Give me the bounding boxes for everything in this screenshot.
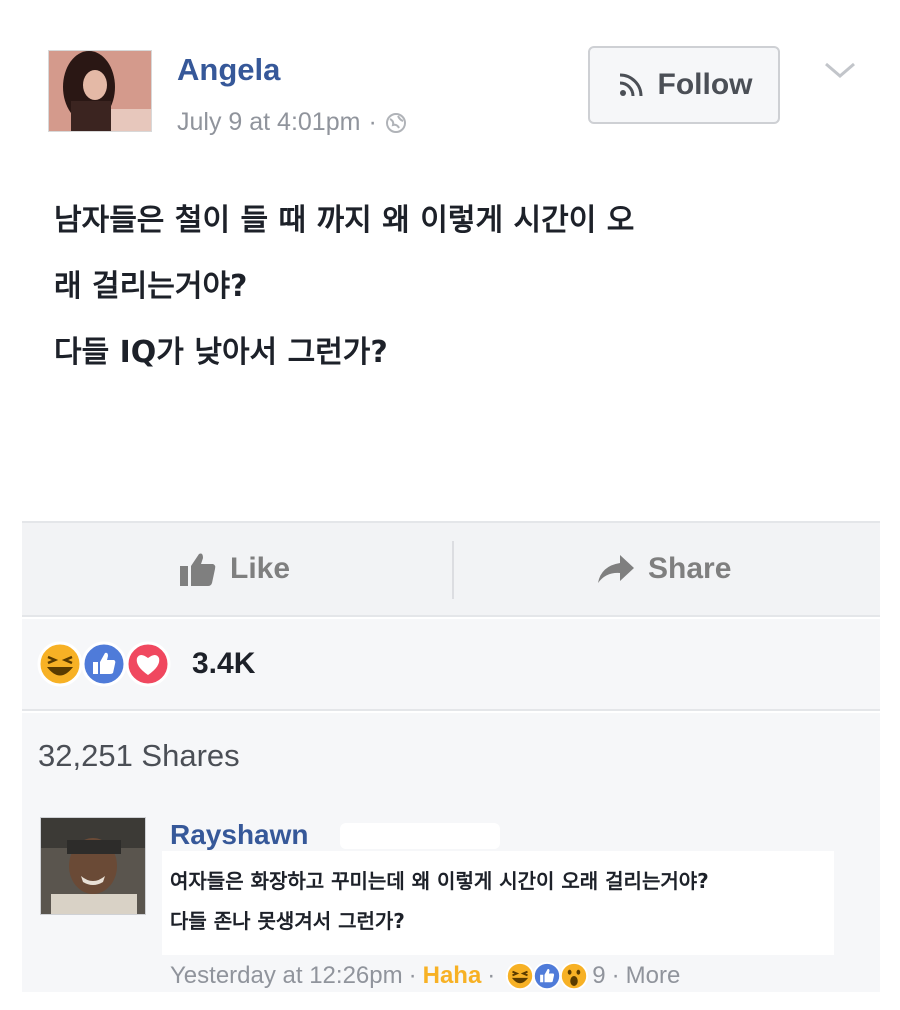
- comment: Rayshawn 여자들은 화장하고 꾸미는데 왜 이렇게 시간이 오래 걸리는…: [22, 799, 880, 992]
- haha-reaction-link[interactable]: Haha: [423, 962, 482, 990]
- action-divider: [452, 541, 454, 599]
- post-text: 남자들은 철이 들 때 까지 왜 이렇게 시간이 오 래 걸리는거야? 다들 I…: [54, 188, 854, 386]
- thumbs-up-icon: [180, 553, 216, 586]
- post-meta: July 9 at 4:01pm ·: [177, 108, 407, 137]
- post-text-line: 다들 IQ가 낮아서 그런가?: [54, 335, 388, 370]
- globe-icon[interactable]: [385, 112, 407, 134]
- reactions-summary[interactable]: 3.4K: [22, 619, 880, 711]
- comment-text-line: 다들 존나 못생겨서 그런가?: [170, 909, 405, 933]
- like-label: Like: [230, 552, 291, 585]
- comment-meta: Yesterday at 12:26pm · Haha · 9 · More: [170, 961, 680, 991]
- wow-icon: [560, 961, 589, 991]
- reaction-icons: [36, 640, 171, 688]
- shares-count[interactable]: 32,251 Shares: [38, 738, 240, 774]
- comment-text-line: 여자들은 화장하고 꾸미는데 왜 이렇게 시간이 오래 걸리는거야?: [170, 869, 709, 893]
- like-button[interactable]: Like: [178, 523, 290, 615]
- comment-reaction-count[interactable]: 9: [592, 962, 605, 990]
- love-icon: [125, 641, 171, 687]
- comment-reaction-icons[interactable]: [505, 961, 589, 991]
- rss-icon: [619, 73, 642, 97]
- more-link[interactable]: More: [626, 962, 681, 990]
- shares-row: 32,251 Shares: [22, 713, 880, 799]
- meta-separator: ·: [408, 962, 417, 989]
- author-name[interactable]: Angela: [177, 52, 280, 88]
- share-arrow-icon: [598, 555, 634, 583]
- meta-separator: ·: [487, 962, 496, 989]
- meta-separator: ·: [611, 962, 620, 989]
- share-label: Share: [648, 552, 732, 585]
- action-bar: Like Share: [22, 521, 880, 617]
- follow-label: Follow: [657, 68, 753, 101]
- meta-separator: ·: [368, 108, 377, 136]
- author-avatar[interactable]: [48, 50, 152, 132]
- comment-timestamp[interactable]: Yesterday at 12:26pm: [170, 962, 403, 990]
- like-icon: [533, 961, 562, 991]
- chevron-down-icon[interactable]: [822, 58, 858, 82]
- post-timestamp[interactable]: July 9 at 4:01pm: [177, 108, 360, 137]
- haha-icon: [506, 961, 535, 991]
- commenter-name[interactable]: Rayshawn: [170, 819, 309, 851]
- post-card: Angela July 9 at 4:01pm · Follow 남자들은 철이…: [22, 24, 880, 992]
- post-text-line: 래 걸리는거야?: [54, 269, 248, 304]
- commenter-avatar[interactable]: [40, 817, 146, 915]
- post-text-line: 남자들은 철이 들 때 까지 왜 이렇게 시간이 오: [54, 203, 635, 238]
- reaction-count[interactable]: 3.4K: [192, 647, 255, 681]
- redacted-name: [340, 823, 500, 849]
- share-button[interactable]: Share: [596, 523, 731, 615]
- like-icon: [81, 641, 127, 687]
- follow-button[interactable]: Follow: [588, 46, 780, 124]
- haha-icon: [37, 641, 83, 687]
- comment-bubble: 여자들은 화장하고 꾸미는데 왜 이렇게 시간이 오래 걸리는거야? 다들 존나…: [162, 851, 834, 955]
